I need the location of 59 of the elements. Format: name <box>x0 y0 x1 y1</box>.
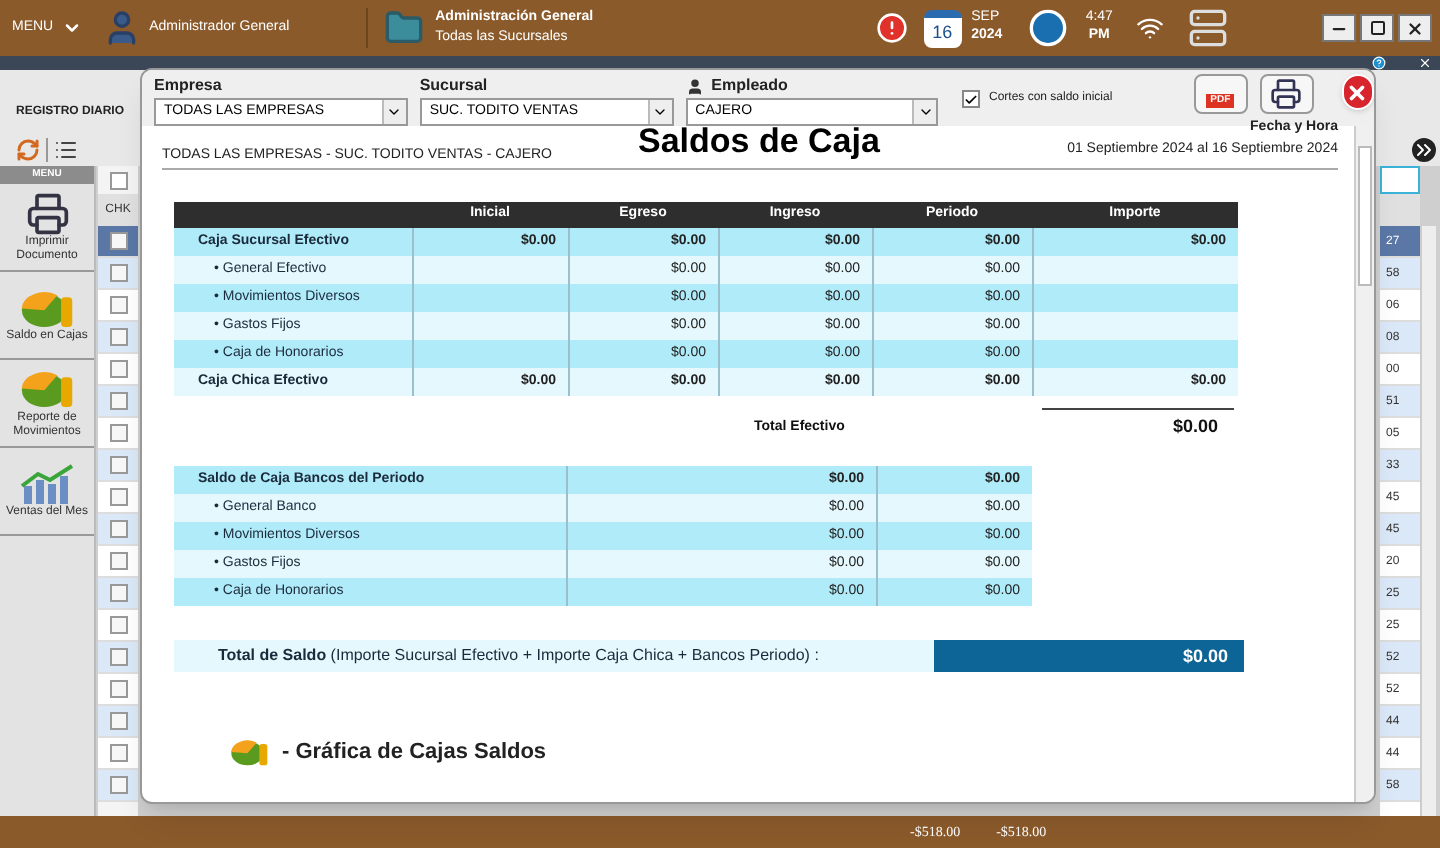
total-balance-value: $0.00 <box>934 640 1244 672</box>
bar-chart-icon <box>17 462 77 506</box>
caret-icon <box>61 18 82 38</box>
minimize-button[interactable] <box>1322 14 1356 42</box>
printer-icon <box>25 191 69 235</box>
next-icon[interactable] <box>1412 138 1436 162</box>
server-icon[interactable] <box>1187 8 1228 48</box>
checkbox[interactable] <box>109 232 127 250</box>
checkbox[interactable] <box>109 296 127 314</box>
print-button[interactable] <box>1259 74 1314 114</box>
close-icon <box>1346 81 1369 103</box>
checkbox[interactable] <box>109 776 127 794</box>
checkbox[interactable] <box>109 424 127 442</box>
wifi-icon <box>1135 14 1164 42</box>
checkbox[interactable] <box>109 712 127 730</box>
pie-chart-icon <box>230 736 270 769</box>
scrollbar[interactable] <box>1420 226 1436 816</box>
close-button[interactable] <box>1398 14 1432 42</box>
field-label: Empresa <box>154 74 222 98</box>
checkbox[interactable] <box>109 520 127 538</box>
column-header <box>1380 194 1420 226</box>
checkbox[interactable] <box>109 680 127 698</box>
checkbox[interactable] <box>109 648 127 666</box>
caret-icon <box>917 104 934 120</box>
checkbox[interactable] <box>109 328 127 346</box>
close-icon[interactable] <box>1418 56 1432 70</box>
checkbox[interactable] <box>109 488 127 506</box>
checkbox[interactable] <box>109 392 127 410</box>
refresh-icon[interactable] <box>16 138 40 162</box>
caret-icon <box>652 104 669 120</box>
check-icon <box>964 91 979 107</box>
total-value: $0.00 <box>1172 414 1218 441</box>
close-icon <box>1406 19 1424 37</box>
person-icon <box>685 77 704 95</box>
chart-heading: - Gráfica de Cajas Saldos <box>282 738 547 768</box>
total-balance-label: Total de Saldo (Importe Sucursal Efectivo + Importe Caja Chica + Bancos Periodo) : <box>174 640 934 672</box>
maximize-icon <box>1369 20 1385 36</box>
field-label: Sucursal <box>419 74 488 98</box>
alert-icon[interactable] <box>875 12 908 44</box>
checkbox[interactable] <box>109 360 127 378</box>
maximize-button[interactable] <box>1360 14 1394 42</box>
checkbox[interactable] <box>962 90 981 108</box>
checkbox[interactable] <box>109 171 127 189</box>
folder-icon <box>383 8 424 48</box>
field-label: Empleado <box>711 74 788 98</box>
checkbox[interactable] <box>109 744 127 762</box>
report-title: Saldos de Caja <box>638 124 880 158</box>
checkbox[interactable] <box>109 264 127 282</box>
pie-chart-icon <box>19 366 75 412</box>
checkbox[interactable] <box>109 456 127 474</box>
help-icon[interactable] <box>1372 56 1386 70</box>
checkbox[interactable] <box>109 616 127 634</box>
printer-icon <box>1270 78 1303 110</box>
caret-icon <box>386 104 403 120</box>
scrollbar[interactable] <box>1354 126 1374 802</box>
checkbox[interactable] <box>109 584 127 602</box>
filter-input[interactable] <box>1380 166 1420 194</box>
checkbox[interactable] <box>109 552 127 570</box>
calendar-day: 16 <box>932 23 953 41</box>
